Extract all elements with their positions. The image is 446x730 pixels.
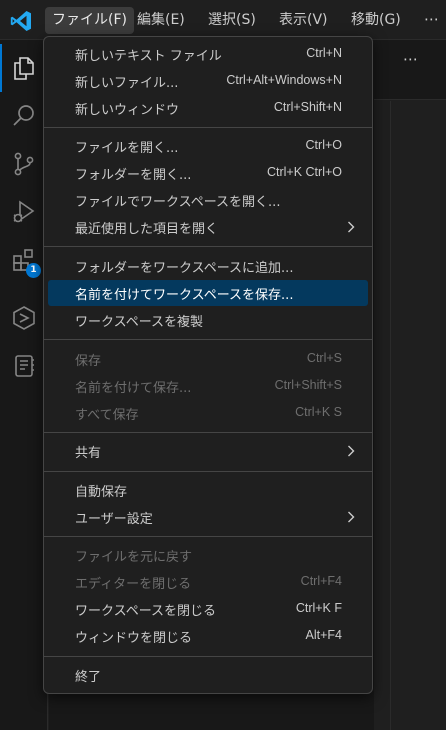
search-icon [13, 105, 34, 126]
menu-item-label: 共有 [75, 446, 102, 461]
editor-divider [390, 101, 391, 730]
menu-item-open-file[interactable]: ファイルを開く... Ctrl+O [48, 133, 368, 159]
menu-separator [44, 536, 372, 537]
menu-item-label: フォルダーをワークスペースに追加... [75, 261, 294, 276]
vscode-logo-icon [10, 11, 32, 31]
editor-more-actions-icon[interactable]: ⋯ [403, 50, 419, 68]
menu-item-exit[interactable]: 終了 [48, 662, 368, 688]
activity-bar: 1 [0, 40, 48, 730]
menu-item-new-text-file[interactable]: 新しいテキスト ファイル Ctrl+N [48, 41, 368, 67]
menu-item-auto-save[interactable]: 自動保存 [48, 477, 368, 503]
menu-separator [44, 339, 372, 340]
activity-notebook[interactable] [0, 342, 48, 390]
menu-item-close-editor: エディターを閉じる Ctrl+F4 [48, 569, 368, 595]
activity-remote-explorer[interactable] [0, 294, 48, 342]
menu-item-label: 新しいファイル... [75, 76, 179, 91]
activity-source-control[interactable] [0, 140, 48, 188]
menu-item-label: 終了 [75, 670, 102, 685]
menu-item-duplicate-workspace[interactable]: ワークスペースを複製 [48, 307, 368, 333]
menu-item-shortcut: Ctrl+K F [295, 601, 342, 615]
editor-tab-bar [374, 40, 446, 100]
menu-item-shortcut: Ctrl+Alt+Windows+N [226, 73, 342, 87]
menu-item-label: ファイルでワークスペースを開く... [75, 195, 281, 210]
menu-item-label: ウィンドウを閉じる [75, 631, 193, 646]
menu-item-label: 名前を付けてワークスペースを保存... [75, 288, 294, 303]
menu-item-shortcut: Ctrl+Shift+S [274, 378, 342, 392]
menu-item-preferences[interactable]: ユーザー設定 [48, 504, 368, 530]
menu-item-label: ワークスペースを複製 [75, 315, 204, 330]
menu-item-label: ファイルを元に戻す [75, 550, 193, 565]
menu-separator [44, 656, 372, 657]
menu-item-open-workspace-from-file[interactable]: ファイルでワークスペースを開く... [48, 187, 368, 213]
menu-item-save-workspace-as[interactable]: 名前を付けてワークスペースを保存... [48, 280, 368, 306]
menu-view[interactable]: 表示(V) [272, 7, 335, 34]
menu-item-label: ワークスペースを閉じる [75, 604, 217, 619]
menu-item-shortcut: Alt+F4 [305, 628, 342, 642]
extensions-badge: 1 [26, 263, 41, 278]
title-bar: ファイル(F) 編集(E) 選択(S) 表示(V) 移動(G) ⋯ [0, 0, 446, 40]
menu-item-share[interactable]: 共有 [48, 438, 368, 464]
activity-run-debug[interactable] [0, 188, 48, 236]
menu-item-save: 保存 Ctrl+S [48, 346, 368, 372]
menu-item-shortcut: Ctrl+N [306, 46, 342, 60]
menu-item-shortcut: Ctrl+Shift+N [273, 100, 342, 114]
menu-item-new-file[interactable]: 新しいファイル... Ctrl+Alt+Windows+N [48, 68, 368, 94]
menu-item-add-folder-to-workspace[interactable]: フォルダーをワークスペースに追加... [48, 253, 368, 279]
menu-item-close-window[interactable]: ウィンドウを閉じる Alt+F4 [48, 623, 368, 649]
menu-item-revert-file: ファイルを元に戻す [48, 542, 368, 568]
menu-item-save-all: すべて保存 Ctrl+K S [48, 400, 368, 426]
menu-item-label: ユーザー設定 [75, 512, 153, 527]
chevron-right-icon [348, 445, 355, 457]
explorer-icon [14, 57, 34, 80]
remote-explorer-icon [13, 306, 35, 330]
menu-go[interactable]: 移動(G) [344, 7, 408, 34]
menu-edit[interactable]: 編集(E) [130, 7, 192, 34]
menu-item-shortcut: Ctrl+K Ctrl+O [266, 165, 342, 179]
menu-separator [44, 471, 372, 472]
menu-item-label: ファイルを開く... [75, 141, 179, 156]
run-debug-icon [13, 200, 35, 223]
menu-separator [44, 127, 372, 128]
notebook-icon [15, 355, 34, 377]
menu-item-label: 新しいウィンドウ [75, 103, 180, 118]
editor-area [374, 40, 446, 730]
menu-selection[interactable]: 選択(S) [201, 7, 263, 34]
activity-explorer[interactable] [0, 44, 48, 92]
menu-separator [44, 246, 372, 247]
menu-item-close-workspace[interactable]: ワークスペースを閉じる Ctrl+K F [48, 596, 368, 622]
menu-item-label: 自動保存 [75, 485, 128, 500]
menu-item-shortcut: Ctrl+K S [295, 405, 342, 419]
menubar-more-icon[interactable]: ⋯ [424, 7, 440, 34]
menu-item-shortcut: Ctrl+F4 [300, 574, 342, 588]
menu-item-new-window[interactable]: 新しいウィンドウ Ctrl+Shift+N [48, 95, 368, 121]
chevron-right-icon [348, 221, 355, 233]
menu-item-open-folder[interactable]: フォルダーを開く... Ctrl+K Ctrl+O [48, 160, 368, 186]
chevron-right-icon [348, 511, 355, 523]
menu-item-label: すべて保存 [75, 408, 139, 423]
activity-extensions[interactable]: 1 [0, 236, 48, 284]
menu-item-label: 新しいテキスト ファイル [75, 49, 222, 64]
file-menu-dropdown: 新しいテキスト ファイル Ctrl+N 新しいファイル... Ctrl+Alt+… [43, 36, 373, 694]
activity-search[interactable] [0, 92, 48, 140]
menu-item-label: 最近使用した項目を開く [75, 222, 219, 237]
source-control-icon [14, 152, 34, 176]
menu-item-shortcut: Ctrl+S [306, 351, 342, 365]
menu-separator [44, 432, 372, 433]
menu-item-label: フォルダーを開く... [75, 168, 192, 183]
menu-item-label: 名前を付けて保存... [75, 381, 192, 396]
menu-item-label: エディターを閉じる [75, 577, 192, 592]
menu-file[interactable]: ファイル(F) [45, 7, 134, 34]
menu-item-open-recent[interactable]: 最近使用した項目を開く [48, 214, 368, 240]
menu-item-save-as: 名前を付けて保存... Ctrl+Shift+S [48, 373, 368, 399]
menu-item-shortcut: Ctrl+O [305, 138, 342, 152]
menu-item-label: 保存 [75, 354, 102, 369]
